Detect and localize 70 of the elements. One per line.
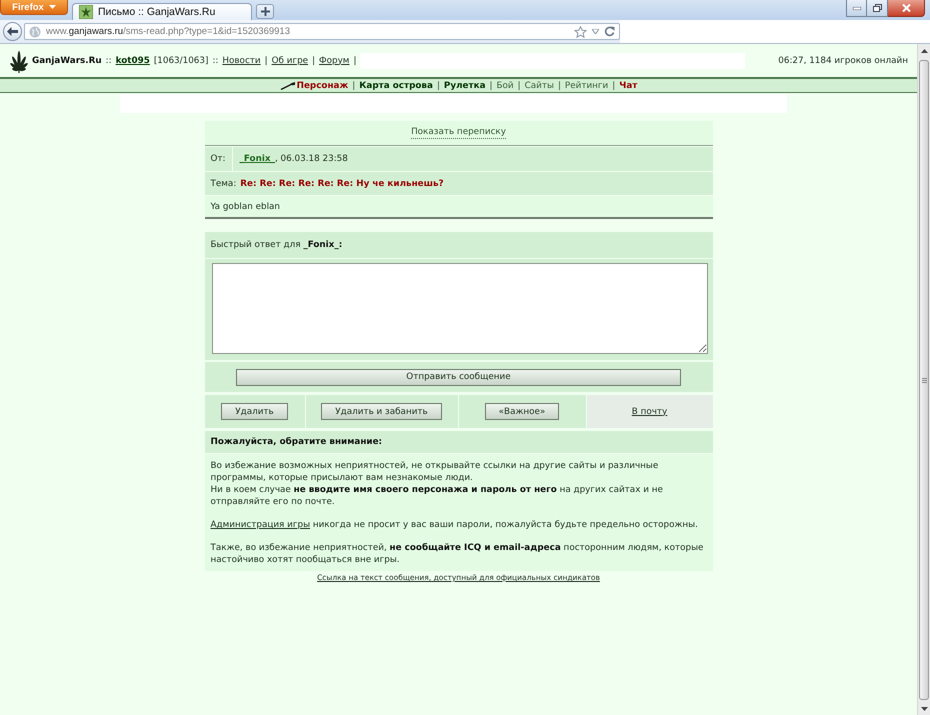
- close-icon: [902, 4, 910, 12]
- restore-icon: [872, 4, 882, 12]
- restore-button[interactable]: [867, 0, 888, 17]
- counter-text: [1063/1063]: [154, 56, 208, 66]
- subject-text: Re: Re: Re: Re: Re: Re: Ну че кильнешь?: [240, 178, 444, 188]
- back-arrow-icon: [7, 27, 18, 36]
- reload-icon[interactable]: [604, 26, 615, 37]
- date-text: , 06.03.18 23:58: [274, 154, 348, 164]
- menu-link[interactable]: Персонаж: [296, 80, 348, 90]
- from-label: От:: [210, 154, 226, 164]
- menu-link[interactable]: Чат: [619, 80, 638, 90]
- username-link[interactable]: kot095: [116, 56, 150, 66]
- scrollbar[interactable]: [917, 44, 930, 715]
- star-icon[interactable]: [574, 26, 587, 38]
- scrollbar-thumb[interactable]: [919, 60, 929, 700]
- top-link[interactable]: Форум: [319, 56, 350, 66]
- separator-text: |: [312, 56, 316, 66]
- notice-text: Во избежание возможных неприятностей, не открывайте ссылки на другие сайты и различные программы, которые присылают вам незнакомые люди.: [210, 460, 660, 484]
- important-button[interactable]: «Важное»: [484, 403, 560, 420]
- scroll-up-icon[interactable]: [920, 49, 928, 53]
- top-link[interactable]: Об игре: [272, 56, 308, 66]
- minimize-button[interactable]: [846, 0, 867, 17]
- reply-label: Быстрый ответ для _Fonix_:: [210, 240, 342, 250]
- rifle-icon: [280, 82, 295, 90]
- separator-text: |: [264, 56, 268, 66]
- address-field[interactable]: www.ganjawars.ru/sms-read.php?type=1&id=1520369913: [24, 23, 620, 40]
- browser-tab[interactable]: Письмо :: GanjaWars.Ru: [72, 3, 252, 20]
- grip-icon: [922, 378, 926, 382]
- online-status: 06:27, 1184 игроков онлайн: [778, 56, 908, 66]
- message-text: Ya goblan eblan: [210, 202, 280, 212]
- menu-link[interactable]: Рулетка: [444, 80, 486, 90]
- separator-text: |: [612, 80, 616, 90]
- mail-link[interactable]: В почту: [632, 406, 668, 416]
- notice-text: Также, во избежание неприятностей, не сообщайте ICQ и email-адреса посторонним людям, которые настойчиво хотят пообщаться вне игры.: [210, 542, 704, 566]
- minimize-icon: [852, 6, 860, 10]
- menu-link[interactable]: Рейтинги: [564, 80, 608, 90]
- separator-text: |: [518, 80, 521, 90]
- separator-text: ::: [212, 56, 218, 66]
- separator-text: |: [436, 80, 440, 90]
- notice-title: Пожалуйста, обратите внимание:: [210, 437, 382, 447]
- separator-text: |: [558, 80, 561, 90]
- close-button[interactable]: [888, 0, 925, 17]
- url-text: www.ganjawars.ru/sms-read.php?type=1&id=1520369913: [46, 26, 290, 37]
- sender-link[interactable]: _Fonix_: [240, 154, 275, 164]
- plus-icon: [260, 7, 270, 16]
- delete-and-ban-button[interactable]: Удалить и забанить: [321, 403, 442, 420]
- top-link[interactable]: Новости: [222, 56, 261, 66]
- menu-link[interactable]: Бой: [496, 80, 514, 90]
- menu-link[interactable]: Карта острова: [359, 80, 433, 90]
- separator-text: ::: [106, 56, 112, 66]
- dropdown-arrow-icon[interactable]: [592, 29, 599, 34]
- globe-icon: [29, 26, 41, 38]
- separator-text: |: [490, 80, 492, 90]
- subject-label: Тема:: [210, 178, 236, 188]
- leaf-logo-icon: [10, 48, 28, 72]
- leaf-favicon-icon: [79, 5, 93, 19]
- admin-link[interactable]: Администрация игры: [210, 520, 310, 530]
- separator-text: |: [353, 56, 356, 66]
- separator-text: |: [352, 80, 356, 90]
- new-tab-button[interactable]: [256, 4, 274, 19]
- delete-button[interactable]: Удалить: [221, 403, 288, 420]
- notice-text: Администрация игры никогда не просит у вас ваши пароли, пожалуйста будьте предельно осторожны.: [210, 519, 699, 531]
- site-name: GanjaWars.Ru: [32, 56, 102, 66]
- show-thread-link[interactable]: Показать переписку: [411, 127, 506, 139]
- send-button[interactable]: Отправить сообщение: [236, 368, 681, 386]
- scroll-down-icon[interactable]: [920, 707, 928, 711]
- back-button[interactable]: [3, 22, 22, 41]
- menu-link[interactable]: Сайты: [524, 80, 554, 90]
- notice-text: Ни в коем случае не вводите имя своего персонажа и пароль от него на других сайтах и не отправляйте его по почте.: [210, 484, 664, 508]
- caret-icon: [48, 5, 56, 9]
